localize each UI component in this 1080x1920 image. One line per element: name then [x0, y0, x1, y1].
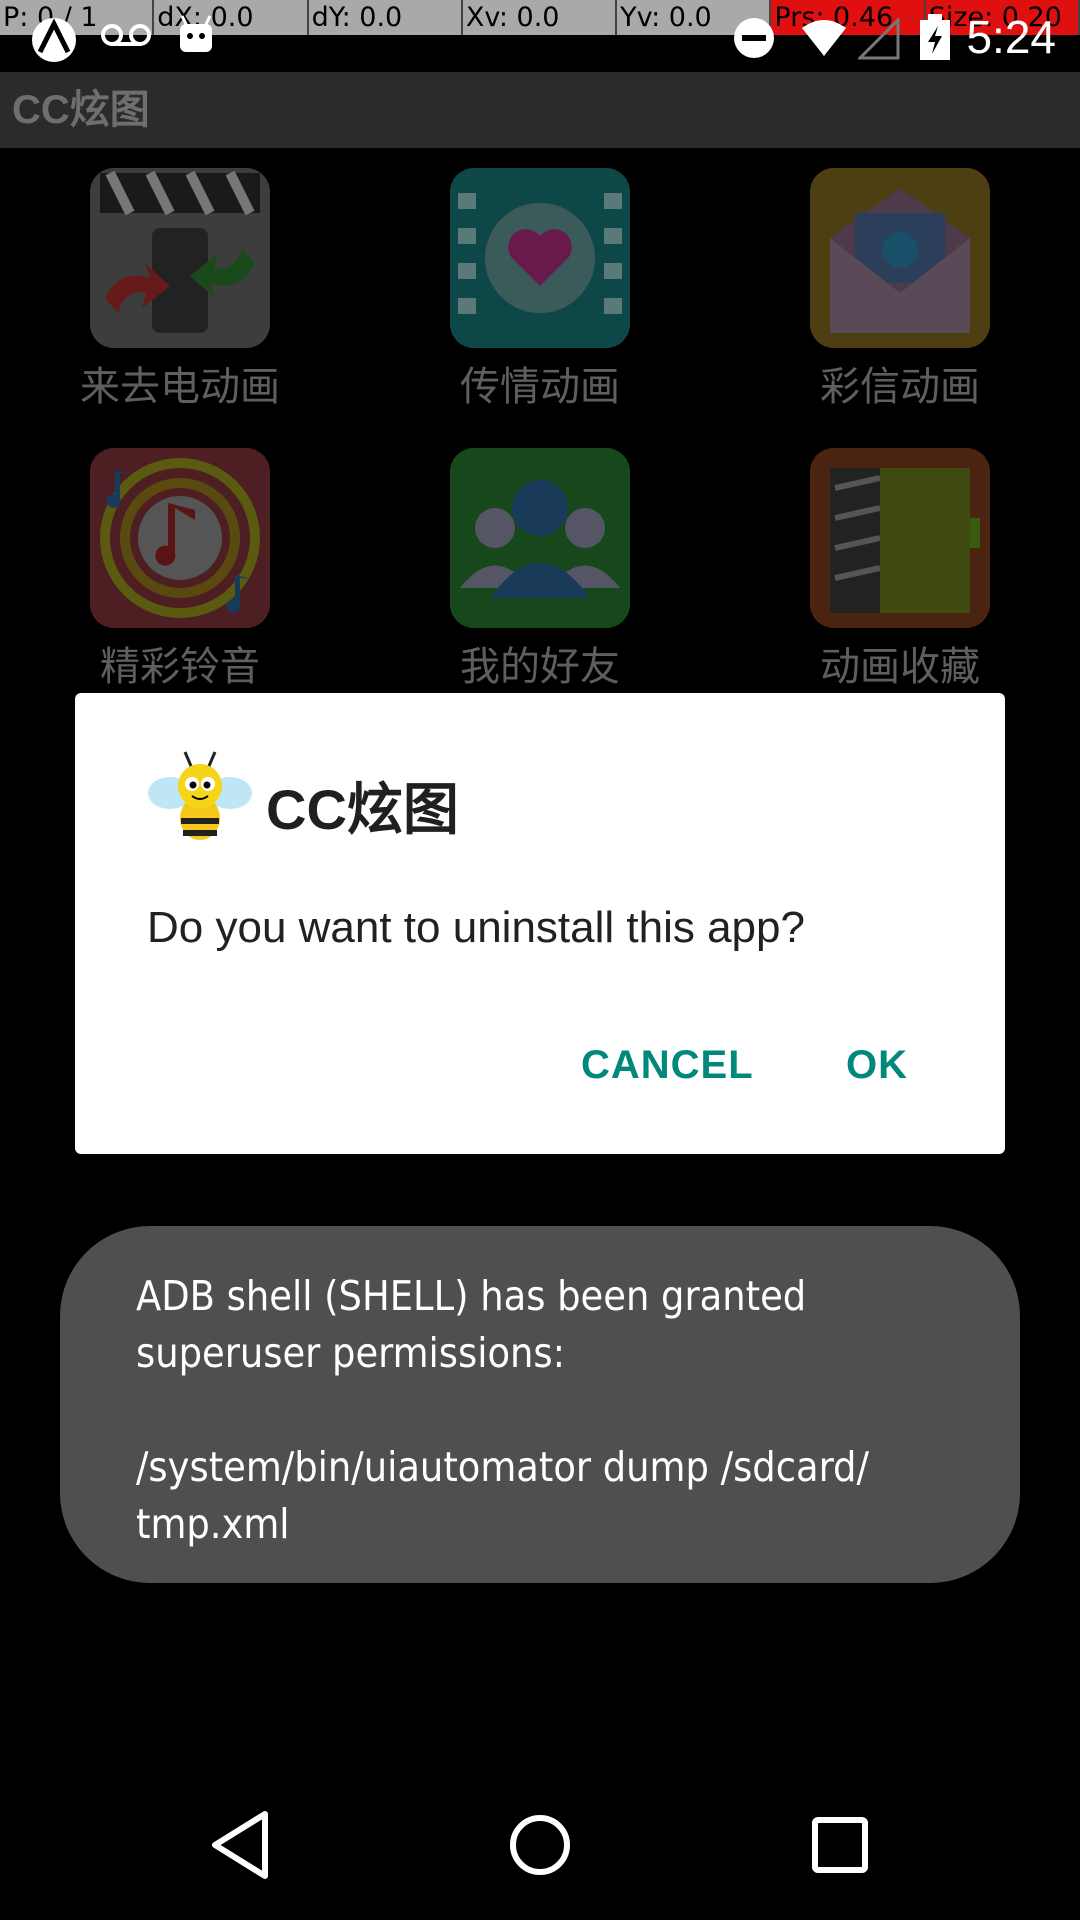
envelope-bird-icon	[810, 168, 990, 348]
cancel-button[interactable]: CANCEL	[581, 1043, 754, 1088]
tile-label: 动画收藏	[820, 644, 980, 690]
back-icon[interactable]	[197, 1800, 287, 1890]
tile-label: 传情动画	[460, 364, 620, 410]
tile-label: 来去电动画	[80, 364, 280, 410]
velocity-y: Yv: 0.0	[617, 0, 772, 35]
delta-y: dY: 0.0	[308, 0, 463, 35]
tile-label: 彩信动画	[820, 364, 980, 410]
collection-book-icon	[810, 448, 990, 628]
friends-icon	[450, 448, 630, 628]
home-icon[interactable]	[495, 1800, 585, 1890]
tile-ringtones[interactable]: 精彩铃音	[60, 448, 300, 692]
dialog-message: Do you want to uninstall this app?	[147, 903, 805, 952]
toast-message: ADB shell (SHELL) has been granted super…	[136, 1272, 869, 1548]
pointer-location-bar: P: 0 / 1 dX: 0.0 dY: 0.0 Xv: 0.0 Yv: 0.0…	[0, 0, 1080, 35]
tile-love-animation[interactable]: 传情动画	[420, 168, 660, 412]
dialog-title: CC炫图	[266, 778, 459, 841]
delta-x: dX: 0.0	[154, 0, 309, 35]
pointer-count: P: 0 / 1	[0, 0, 155, 35]
uninstall-dialog: CC炫图 Do you want to uninstall this app? …	[75, 693, 1005, 1154]
clapperboard-phone-icon	[90, 168, 270, 348]
tile-my-friends[interactable]: 我的好友	[420, 448, 660, 692]
tile-animation-favorites[interactable]: 动画收藏	[780, 448, 1020, 692]
tile-mms-animation[interactable]: 彩信动画	[780, 168, 1020, 412]
music-note-icon	[90, 448, 270, 628]
bee-icon	[148, 751, 252, 840]
pressure: Prs: 0.46	[771, 0, 926, 35]
film-heart-icon	[450, 168, 630, 348]
superuser-toast: ADB shell (SHELL) has been granted super…	[60, 1226, 1020, 1583]
tile-incoming-call-animation[interactable]: 来去电动画	[60, 168, 300, 412]
app-title: CC炫图	[0, 72, 1080, 148]
tile-label: 我的好友	[460, 644, 620, 690]
tile-label: 精彩铃音	[100, 644, 260, 690]
touch-size: Size: 0.20	[925, 0, 1080, 35]
recents-icon[interactable]	[795, 1800, 885, 1890]
navigation-bar	[0, 1770, 1080, 1920]
velocity-x: Xv: 0.0	[462, 0, 618, 35]
ok-button[interactable]: OK	[846, 1043, 908, 1088]
